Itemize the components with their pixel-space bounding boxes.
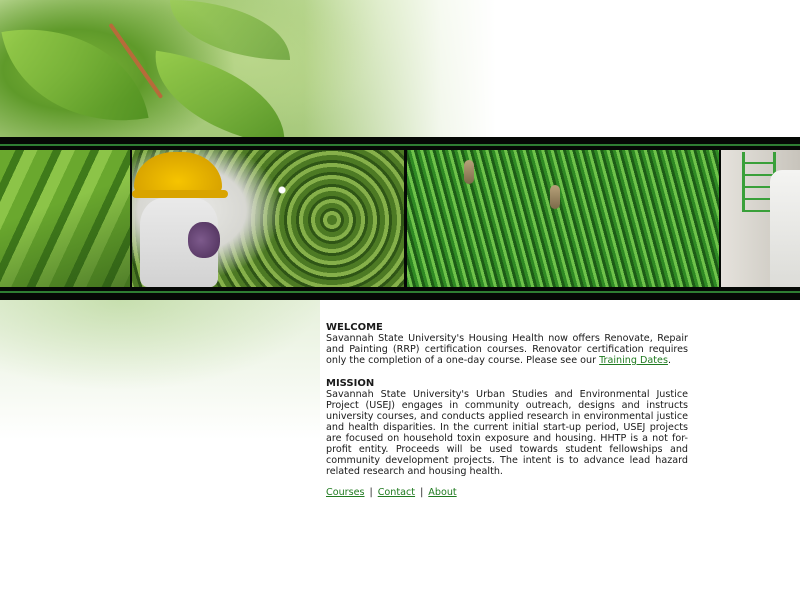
footer-leaf-fade [0,300,320,440]
photo-pine [407,150,719,287]
about-link[interactable]: About [428,487,456,498]
respirator-mask [188,222,220,258]
worker-suit [770,170,800,287]
main-content: WELCOME Savannah State University's Hous… [326,322,688,489]
welcome-end: . [667,355,672,366]
pine-bud [464,160,474,184]
mission-heading: MISSION [326,378,375,389]
welcome-text: Savannah State University's Housing Heal… [326,333,688,366]
leaf-shape [1,9,149,141]
training-dates-link[interactable]: Training Dates [599,355,668,366]
header-leaf-photo [0,0,800,147]
photo-leaves [0,150,130,287]
leaf-shape [170,0,290,60]
courses-link[interactable]: Courses [326,487,365,498]
hardhat-brim [132,190,228,198]
contact-link[interactable]: Contact [378,487,415,498]
mission-text: Savannah State University's Urban Studie… [326,389,688,477]
nav-separator: | [420,487,424,498]
footer-nav: Courses | Contact | About [326,487,457,498]
nav-separator: | [369,487,373,498]
welcome-heading: WELCOME [326,322,383,333]
leaf-shape [145,50,295,147]
strip-edge-top [0,144,800,146]
strip-edge-bottom [0,291,800,293]
pine-bud [550,185,560,209]
